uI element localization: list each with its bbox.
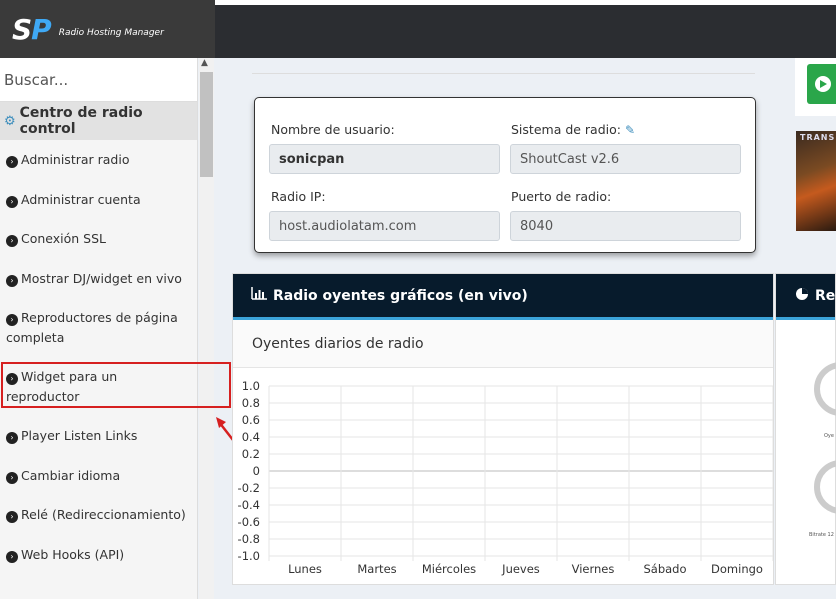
ip-label: Radio IP: (271, 189, 326, 204)
chevron-right-icon: › (6, 511, 18, 523)
y-tick-label: 1.0 (242, 379, 260, 393)
sidebar-item-label: Mostrar DJ/widget en vivo (21, 271, 182, 286)
scroll-up-icon[interactable]: ▲ (201, 58, 208, 68)
y-tick-label: -0.4 (238, 498, 260, 512)
side-panel-header: Re (776, 274, 835, 320)
listeners-chart-panel: Radio oyentes gráficos (en vivo) Oyentes… (232, 273, 774, 585)
gauge-label-bitrate: Bitrate 12 (809, 532, 834, 538)
sidebar-item[interactable]: › Relé (Redireccionamiento) (0, 496, 197, 535)
chevron-right-icon: › (6, 551, 18, 563)
radio-info-card: Nombre de usuario: sonicpan Sistema de r… (254, 97, 756, 253)
listeners-chart: 1.0 0.8 0.6 0.4 0.2 0 -0.2 -0.4 -0.6 -0.8 -1.0 Lune… (238, 379, 773, 576)
pie-chart-icon (795, 287, 809, 305)
x-tick-label: Martes (357, 562, 396, 576)
username-field[interactable]: sonicpan (269, 144, 500, 174)
sidebar-item[interactable]: › Conexión SSL (0, 220, 197, 259)
gear-icon: ⚙ (4, 113, 16, 129)
x-tick-label: Miércoles (422, 562, 476, 576)
brand-logo-area[interactable]: SP Radio Hosting Manager (0, 0, 215, 58)
sidebar-item[interactable]: › Player Listen Links (0, 417, 197, 456)
sidebar-item-label: Relé (Redireccionamiento) (21, 507, 186, 522)
chevron-right-icon: › (6, 196, 18, 208)
sidebar-item-label: Administrar radio (21, 152, 130, 167)
chevron-right-icon: › (6, 275, 18, 287)
chart-panel-header: Radio oyentes gráficos (en vivo) (233, 274, 773, 320)
x-tick-label: Sábado (643, 562, 686, 576)
search-input[interactable] (4, 70, 197, 89)
x-tick-label: Lunes (288, 562, 322, 576)
gauge-label-listeners: Oye (824, 433, 834, 439)
y-tick-label: 0.4 (242, 430, 260, 444)
y-tick-label: -0.2 (238, 481, 260, 495)
chevron-right-icon: › (6, 472, 18, 484)
y-tick-label: 0.6 (242, 413, 260, 427)
album-cover (796, 131, 836, 231)
sidebar-item-label: Conexión SSL (21, 231, 107, 246)
album-title: TRANS (800, 133, 836, 142)
bitrate-gauge (814, 460, 836, 514)
port-label: Puerto de radio: (511, 189, 612, 204)
sidebar-item-label: Cambiar idioma (21, 468, 121, 483)
x-tick-label: Domingo (711, 562, 763, 576)
sidebar: ⚙ Centro de radio control ›Administrar r… (0, 58, 198, 599)
x-tick-label: Jueves (501, 562, 540, 576)
sidebar-search (0, 58, 197, 102)
y-tick-label: 0 (253, 464, 260, 478)
top-navbar (215, 0, 836, 58)
ip-field[interactable]: host.audiolatam.com (269, 211, 500, 241)
play-icon (815, 76, 831, 92)
sidebar-item[interactable]: › Cambiar idioma (0, 456, 197, 496)
y-tick-label: 0.8 (242, 396, 260, 410)
x-tick-label: Viernes (572, 562, 615, 576)
chevron-right-icon: › (6, 235, 18, 247)
section-title: Centro de radio control (19, 105, 143, 137)
sidebar-section-header[interactable]: ⚙ Centro de radio control (0, 102, 197, 140)
chevron-right-icon: › (6, 432, 18, 444)
system-label: Sistema de radio: ✎ (511, 122, 636, 137)
side-panel-title: Re (815, 287, 835, 304)
y-tick-label: -0.8 (238, 532, 260, 546)
sidebar-scrollbar-thumb[interactable] (200, 72, 213, 177)
content-divider (252, 73, 755, 74)
username-label: Nombre de usuario: (271, 122, 395, 137)
system-field[interactable]: ShoutCast v2.6 (510, 144, 741, 174)
y-tick-label: 0.2 (242, 447, 260, 461)
brand-subtitle: Radio Hosting Manager (58, 28, 164, 38)
listeners-gauge (814, 362, 836, 416)
chevron-right-icon: › (6, 314, 18, 326)
sidebar-item[interactable]: › Administrar cuenta (0, 180, 197, 220)
bar-chart-icon (251, 287, 267, 304)
sidebar-menu: › Administrar radio › Administrar cuenta › Co… (0, 140, 197, 575)
highlight-box (1, 362, 231, 408)
y-tick-label: -0.6 (238, 515, 260, 529)
sidebar-item-label: Web Hooks (API) (21, 547, 125, 562)
brand-logo: SP (12, 12, 52, 46)
side-stats-panel: Re Oye Bitrate 12 (775, 273, 836, 585)
sidebar-item[interactable]: › Administrar radio (0, 140, 197, 180)
port-field[interactable]: 8040 (510, 211, 741, 241)
sidebar-item-label: Player Listen Links (21, 428, 138, 443)
sidebar-item-label: Reproductores de página completa (6, 310, 178, 345)
pencil-icon[interactable]: ✎ (625, 123, 635, 137)
chart-subtitle: Oyentes diarios de radio (233, 320, 773, 368)
play-button[interactable] (807, 64, 836, 104)
y-tick-label: -1.0 (238, 549, 260, 563)
sidebar-item[interactable]: › Web Hooks (API) (0, 535, 197, 575)
sidebar-item[interactable]: › Mostrar DJ/widget en vivo (0, 259, 197, 299)
sidebar-item[interactable]: › Reproductores de página completa (0, 299, 197, 358)
sidebar-item-label: Administrar cuenta (21, 192, 141, 207)
chart-panel-title: Radio oyentes gráficos (en vivo) (273, 287, 528, 304)
chevron-right-icon: › (6, 156, 18, 168)
